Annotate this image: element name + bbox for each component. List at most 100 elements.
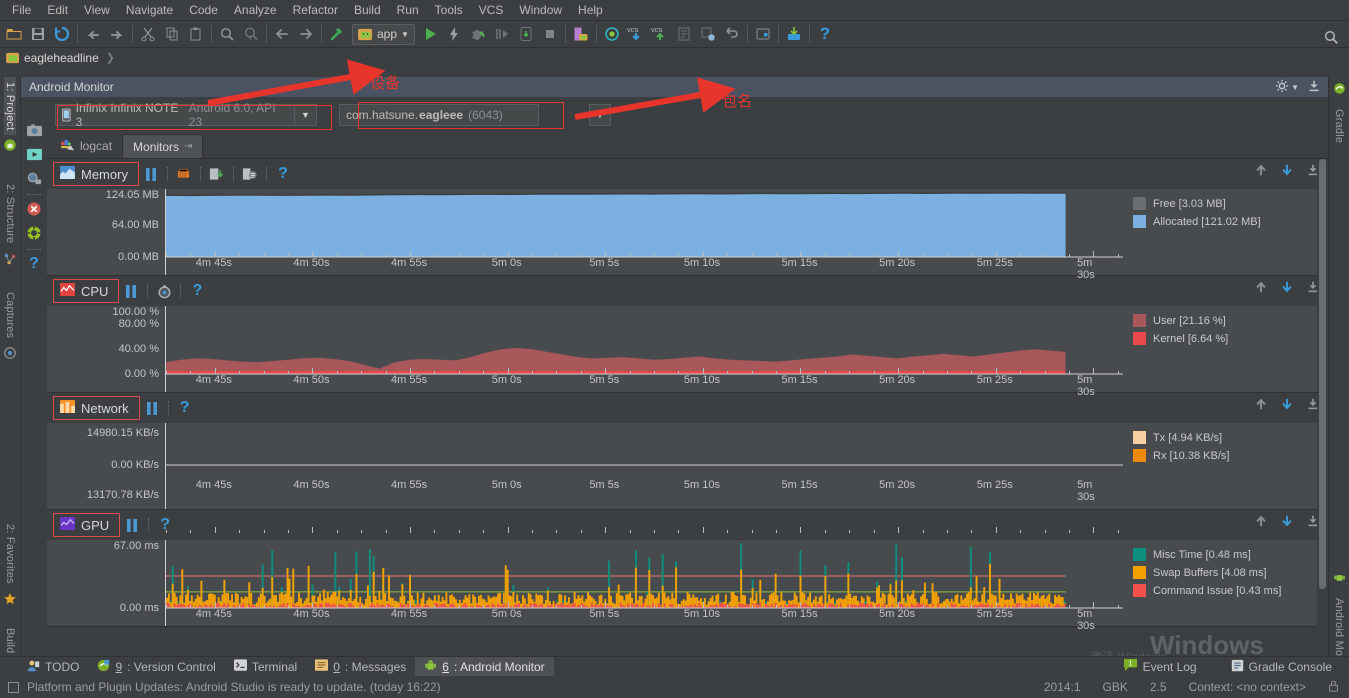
charts-scrollbar[interactable] — [1317, 159, 1328, 678]
save-icon[interactable] — [26, 22, 50, 46]
terminate-icon[interactable] — [23, 198, 45, 220]
detach-icon[interactable]: ⇥ — [184, 141, 192, 152]
layout-inspector-icon[interactable] — [23, 167, 45, 189]
menu-item-refactor[interactable]: Refactor — [285, 1, 346, 19]
chart-title-gpu[interactable]: GPU — [53, 513, 121, 537]
vcs-commit-icon[interactable]: VCS — [648, 22, 672, 46]
chart-title-memory[interactable]: Memory — [53, 162, 139, 186]
process-dropdown-arrow[interactable]: ▼ — [589, 104, 611, 126]
hide-icon[interactable] — [1307, 79, 1321, 96]
chart-title-cpu[interactable]: CPU — [53, 279, 120, 303]
menu-item-analyze[interactable]: Analyze — [226, 1, 285, 19]
redo-icon[interactable] — [105, 22, 129, 46]
sdk-icon[interactable] — [751, 22, 775, 46]
sdk-manager-icon[interactable] — [600, 22, 624, 46]
plot-gpu[interactable]: 4m 45s 4m 50s 4m 55s 5m 0s 5m 5s 5m 10s 5m 15s… — [165, 540, 1123, 632]
menu-item-file[interactable]: File — [4, 1, 39, 19]
find-replace-icon[interactable] — [239, 22, 263, 46]
gpu-pause-icon[interactable] — [120, 514, 144, 536]
memory-dump-java-heap-icon[interactable] — [205, 163, 229, 185]
search-everywhere-icon[interactable] — [1319, 25, 1343, 49]
build-hammer-icon[interactable] — [325, 22, 349, 46]
scroll-up-icon[interactable] — [1254, 514, 1268, 531]
network-help-icon[interactable]: ? — [173, 397, 197, 419]
sidebar-item-structure[interactable]: 2: Structure — [0, 179, 20, 274]
step-over-icon[interactable] — [490, 22, 514, 46]
lock-icon[interactable] — [1328, 680, 1339, 695]
menu-item-edit[interactable]: Edit — [39, 1, 76, 19]
cpu-pause-icon[interactable] — [119, 280, 143, 302]
memory-help-icon[interactable]: ? — [271, 163, 295, 185]
stop-icon[interactable] — [538, 22, 562, 46]
menu-item-code[interactable]: Code — [181, 1, 226, 19]
run-button[interactable] — [418, 22, 442, 46]
menu-item-build[interactable]: Build — [346, 1, 389, 19]
help-icon[interactable]: ? — [813, 22, 837, 46]
avd-icon[interactable] — [782, 22, 806, 46]
undo-icon[interactable] — [81, 22, 105, 46]
scroll-down-icon[interactable] — [1280, 163, 1294, 180]
sidebar-item-project[interactable]: 1: Project — [0, 77, 20, 161]
device-dropdown-arrow[interactable]: ▼ — [295, 104, 317, 126]
help-icon[interactable]: ? — [23, 253, 45, 275]
bottom-tab-terminal[interactable]: Terminal — [225, 657, 306, 676]
undo-vcs-icon[interactable] — [720, 22, 744, 46]
scroll-up-icon[interactable] — [1254, 280, 1268, 297]
cpu-method-trace-icon[interactable] — [152, 280, 176, 302]
menu-item-tools[interactable]: Tools — [427, 1, 471, 19]
caret-position[interactable]: 2014:1 — [1044, 680, 1081, 694]
menu-item-vcs[interactable]: VCS — [471, 1, 512, 19]
bottom-tab-todo[interactable]: TODO — [18, 657, 88, 677]
menu-item-window[interactable]: Window — [511, 1, 570, 19]
screenshot-icon[interactable] — [23, 119, 45, 141]
update-checkbox[interactable] — [8, 681, 19, 693]
indent-size[interactable]: 2.5 — [1150, 680, 1167, 694]
sidebar-item-favorites[interactable]: 2: Favorites — [0, 519, 20, 615]
open-folder-icon[interactable] — [2, 22, 26, 46]
scroll-up-icon[interactable] — [1254, 163, 1268, 180]
menu-item-navigate[interactable]: Navigate — [118, 1, 181, 19]
apply-changes-icon[interactable] — [442, 22, 466, 46]
menu-item-view[interactable]: View — [76, 1, 118, 19]
scrollbar-thumb[interactable] — [1319, 159, 1326, 589]
cut-icon[interactable] — [136, 22, 160, 46]
sidebar-item-captures[interactable]: Captures — [0, 287, 20, 369]
device-selector-box[interactable]: Infinix Infinix NOTE 3 Android 6.0, API … — [55, 101, 295, 129]
scroll-down-icon[interactable] — [1280, 514, 1294, 531]
scroll-down-icon[interactable] — [1280, 397, 1294, 414]
encoding[interactable]: GBK — [1103, 680, 1128, 694]
system-info-icon[interactable] — [23, 222, 45, 244]
process-selector[interactable]: com.hatsune. eagleee (6043) ▼ — [339, 104, 611, 126]
cpu-help-icon[interactable]: ? — [185, 280, 209, 302]
vcs-update-icon[interactable]: VCS — [624, 22, 648, 46]
menu-item-run[interactable]: Run — [389, 1, 427, 19]
gpu-help-icon[interactable]: ? — [153, 514, 177, 536]
tab-logcat[interactable]: logcat — [51, 134, 122, 158]
forward-icon[interactable] — [294, 22, 318, 46]
tab-monitors[interactable]: Monitors ⇥ — [122, 134, 204, 158]
chevron-down-icon[interactable]: ▼ — [1291, 83, 1299, 92]
chart-title-network[interactable]: Network — [53, 396, 140, 420]
device-monitor-icon[interactable] — [514, 22, 538, 46]
breadcrumb-project[interactable]: eagleheadline — [24, 51, 99, 65]
back-icon[interactable] — [270, 22, 294, 46]
device-selector[interactable]: Infinix Infinix NOTE 3 Android 6.0, API … — [55, 101, 317, 129]
bottom-right-eventlog[interactable]: 1 Event Log — [1114, 656, 1206, 677]
scroll-up-icon[interactable] — [1254, 397, 1268, 414]
bottom-tab-messages[interactable]: 0: Messages — [306, 657, 415, 676]
scroll-down-icon[interactable] — [1280, 280, 1294, 297]
bottom-tab-versioncontrol[interactable]: 9: Version Control — [88, 657, 224, 677]
sync-icon[interactable] — [50, 22, 74, 46]
plot-cpu[interactable]: 4m 45s 4m 50s 4m 55s 5m 0s 5m 5s 5m 10s 5m 15s… — [165, 306, 1123, 398]
status-message[interactable]: Platform and Plugin Updates: Android Stu… — [27, 680, 441, 694]
gear-icon[interactable] — [1275, 79, 1289, 96]
chevron-down-icon[interactable]: ▼ — [401, 30, 409, 39]
memory-allocation-tracker-icon[interactable] — [238, 163, 262, 185]
plot-memory[interactable]: 4m 45s 4m 50s 4m 55s 5m 0s 5m 5s 5m 10s 5m 15s… — [165, 189, 1123, 281]
avd-manager-icon[interactable] — [569, 22, 593, 46]
find-icon[interactable] — [215, 22, 239, 46]
sidebar-item-gradle[interactable]: Gradle — [1329, 79, 1349, 148]
context-label[interactable]: Context: <no context> — [1189, 680, 1306, 694]
debug-icon[interactable] — [466, 22, 490, 46]
menu-item-help[interactable]: Help — [570, 1, 611, 19]
